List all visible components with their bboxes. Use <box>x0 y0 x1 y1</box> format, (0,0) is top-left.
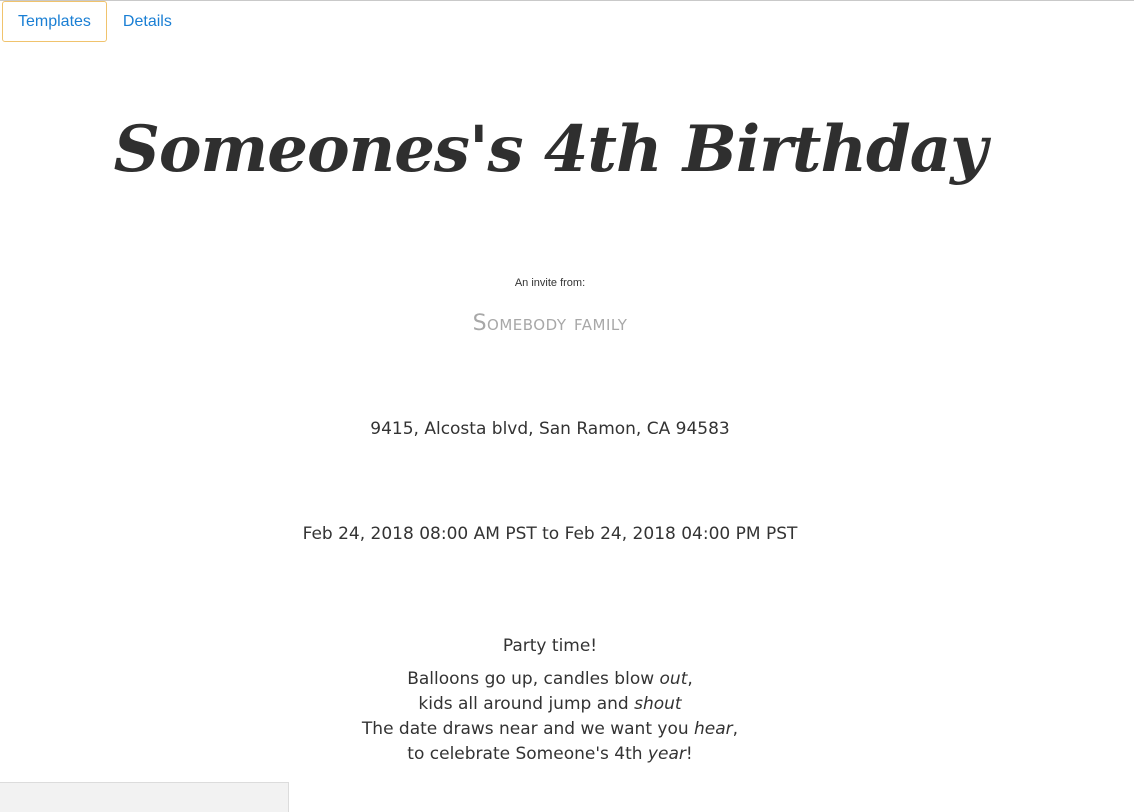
invite-from-label: An invite from: <box>514 277 586 289</box>
invite-title: Someones's 4th Birthday <box>113 112 988 187</box>
tab-bar: Templates Details <box>2 1 188 42</box>
poem-line: Balloons go up, candles blow out, <box>407 669 693 689</box>
poem-line: to celebrate Someone's 4th year! <box>407 744 693 764</box>
tab-details[interactable]: Details <box>107 1 188 42</box>
poem-line: kids all around jump and shout <box>418 694 682 714</box>
poem: Balloons go up, candles blow out, kids a… <box>0 667 1100 767</box>
invite-from-name: Somebody family <box>472 311 628 336</box>
event-datetime: Feb 24, 2018 08:00 AM PST to Feb 24, 201… <box>302 524 798 544</box>
poem-line: The date draws near and we want you hear… <box>361 719 739 739</box>
poem-title: Party time! <box>502 636 598 656</box>
event-address: 9415, Alcosta blvd, San Ramon, CA 94583 <box>370 419 730 439</box>
tab-templates[interactable]: Templates <box>2 1 107 42</box>
